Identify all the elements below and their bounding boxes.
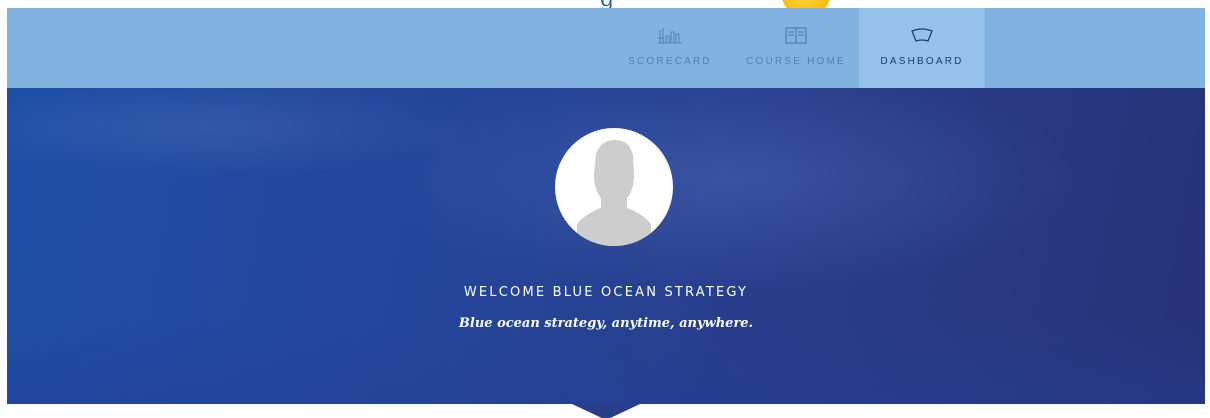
hero-banner: WELCOME BLUE OCEAN STRATEGY Blue ocean s… [7, 88, 1205, 404]
nav-item-scorecard[interactable]: SCORECARD [607, 8, 733, 88]
nav-label-dashboard: DASHBOARD [880, 56, 964, 67]
user-silhouette-icon [577, 140, 651, 246]
nav-items: SCORECARD COURSE HOME DASHBOARD [607, 8, 985, 88]
hero-pointer-arrow-icon [572, 404, 640, 418]
nav-item-dashboard[interactable]: DASHBOARD [859, 8, 985, 88]
page: g SCORECARD [0, 0, 1210, 418]
top-navbar: SCORECARD COURSE HOME DASHBOARD [7, 8, 1205, 88]
nav-label-scorecard: SCORECARD [628, 56, 712, 67]
nav-label-course-home: COURSE HOME [746, 56, 846, 67]
welcome-heading: WELCOME BLUE OCEAN STRATEGY [463, 285, 749, 300]
nav-item-course-home[interactable]: COURSE HOME [733, 8, 859, 88]
scorecard-chart-icon [658, 28, 682, 44]
book-icon [785, 27, 807, 44]
avatar[interactable] [555, 128, 673, 246]
dashboard-gauge-icon [911, 28, 933, 42]
tagline: Blue ocean strategy, anytime, anywhere. [458, 316, 754, 331]
